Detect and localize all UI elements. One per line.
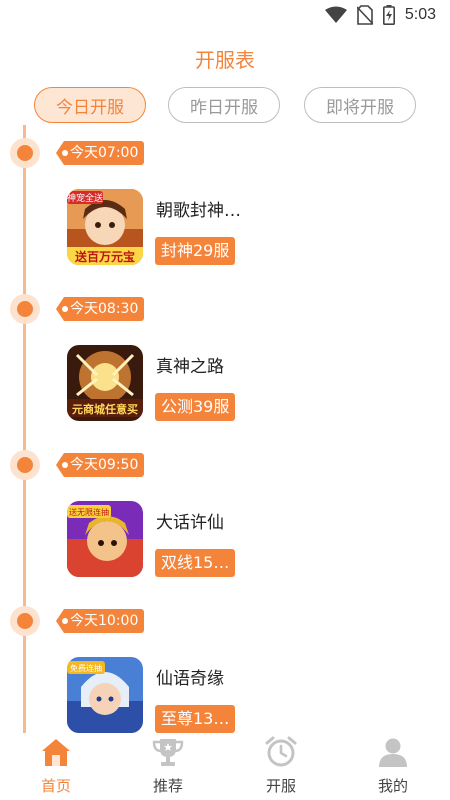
- game-icon[interactable]: 神宠全送 送百万元宝: [67, 189, 143, 265]
- game-name[interactable]: 仙语奇缘: [156, 664, 224, 689]
- page-title: 开服表: [195, 48, 255, 72]
- game-icon-tag: 免费连抽: [70, 663, 102, 673]
- server-timeline[interactable]: 今天07:00 神宠全送 送百万元宝 朝歌封神… 封神29服 今天08:30 元…: [0, 125, 450, 733]
- bottom-nav: 首页 推荐 开服 我的: [0, 733, 450, 800]
- game-icon-tag: 神宠全送: [67, 192, 103, 204]
- nav-mine[interactable]: 我的: [353, 733, 433, 800]
- server-badge: 双线15…: [155, 549, 236, 577]
- game-name[interactable]: 朝歌封神…: [156, 196, 241, 221]
- server-badge: 公测39服: [155, 393, 236, 421]
- nav-label: 首页: [40, 777, 71, 795]
- time-tag: 今天10:00: [56, 609, 145, 633]
- time-tag: 今天08:30: [56, 297, 145, 321]
- alarm-clock-icon: [265, 736, 297, 767]
- game-icon-banner: 元商城任意买: [72, 402, 138, 416]
- game-icon[interactable]: 元商城任意买: [67, 345, 143, 421]
- server-badge: 封神29服: [155, 237, 236, 265]
- tab-upcoming[interactable]: 即将开服: [304, 87, 416, 123]
- wifi-icon: [324, 6, 347, 23]
- game-icon[interactable]: 送无限连抽: [67, 501, 143, 577]
- nav-label: 推荐: [152, 777, 183, 795]
- game-name[interactable]: 大话许仙: [156, 508, 224, 533]
- user-icon: [379, 738, 407, 767]
- status-time: 5:03: [404, 6, 436, 23]
- no-sim-icon: [356, 5, 373, 25]
- home-icon: [42, 739, 70, 766]
- nav-recommend[interactable]: 推荐: [128, 733, 208, 800]
- nav-home[interactable]: 首页: [16, 733, 96, 800]
- timeline-dot: [17, 457, 33, 473]
- status-icons: 5:03: [324, 5, 436, 25]
- timeline-dot: [17, 145, 33, 161]
- nav-server[interactable]: 开服: [241, 733, 321, 800]
- game-name[interactable]: 真神之路: [156, 352, 224, 377]
- game-icon[interactable]: 免费连抽: [67, 657, 143, 733]
- tab-bar: 今日开服 昨日开服 即将开服: [34, 87, 416, 123]
- timeline-group: 今天07:00 神宠全送 送百万元宝 朝歌封神… 封神29服: [0, 125, 450, 281]
- battery-charging-icon: [382, 5, 395, 25]
- game-icon-banner: 送百万元宝: [74, 249, 135, 264]
- timeline-group: 今天10:00 免费连抽 仙语奇缘 至尊13…: [0, 593, 450, 733]
- tab-yesterday[interactable]: 昨日开服: [168, 87, 280, 123]
- game-icon-tag: 送无限连抽: [69, 507, 109, 517]
- nav-label: 开服: [265, 777, 296, 795]
- trophy-icon: [152, 739, 184, 766]
- time-tag: 今天09:50: [56, 453, 145, 477]
- timeline-dot: [17, 613, 33, 629]
- tab-today[interactable]: 今日开服: [34, 87, 146, 123]
- timeline-group: 今天09:50 送无限连抽 大话许仙 双线15…: [0, 437, 450, 593]
- time-tag: 今天07:00: [56, 141, 145, 165]
- server-badge: 至尊13…: [155, 705, 236, 733]
- timeline-dot: [17, 301, 33, 317]
- status-bar: 5:03: [0, 0, 450, 32]
- timeline-group: 今天08:30 元商城任意买 真神之路 公测39服: [0, 281, 450, 437]
- nav-label: 我的: [377, 777, 408, 795]
